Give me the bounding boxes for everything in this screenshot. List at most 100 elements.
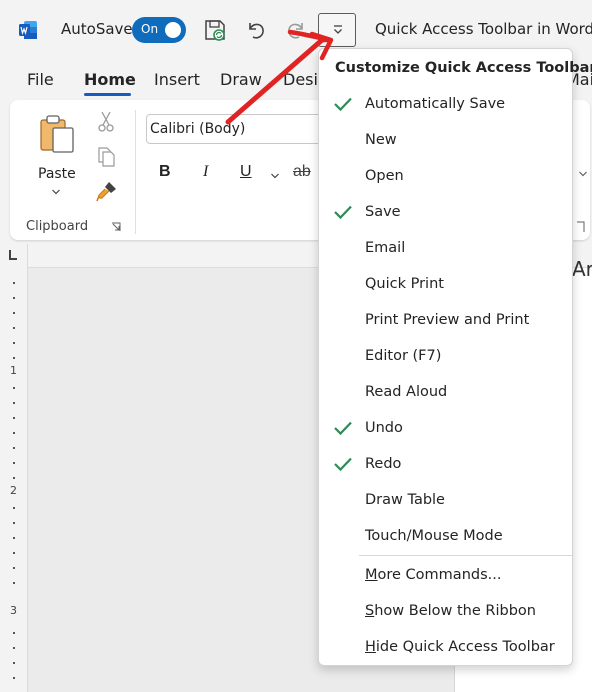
menu-item-show-below-ribbon[interactable]: Show Below the Ribbon bbox=[319, 594, 572, 630]
menu-item-label: Show Below the Ribbon bbox=[365, 603, 536, 619]
checkmark-icon bbox=[334, 457, 352, 472]
document-title: Quick Access Toolbar in Word.docx bbox=[375, 20, 592, 38]
ruler-tick bbox=[13, 387, 15, 389]
copy-icon[interactable] bbox=[96, 145, 116, 167]
paste-label[interactable]: Paste bbox=[38, 166, 76, 182]
active-tab-indicator bbox=[84, 93, 131, 96]
menu-item-hide-qat[interactable]: Hide Quick Access Toolbar bbox=[319, 630, 572, 666]
tab-stop-icon[interactable] bbox=[8, 250, 17, 261]
menu-title: Customize Quick Access Toolbar bbox=[335, 60, 592, 76]
menu-item-label: Touch/Mouse Mode bbox=[365, 528, 503, 544]
redo-icon[interactable] bbox=[283, 17, 309, 43]
ruler-tick bbox=[13, 662, 15, 664]
menu-item-label: Editor (F7) bbox=[365, 348, 442, 364]
group-divider bbox=[135, 110, 136, 234]
menu-item-email[interactable]: Email bbox=[319, 231, 572, 267]
menu-item-automatically-save[interactable]: Automatically Save bbox=[319, 87, 572, 123]
ruler-number: 2 bbox=[10, 484, 17, 497]
menu-item-label: Hide Quick Access Toolbar bbox=[365, 639, 555, 655]
ruler-tick bbox=[13, 447, 15, 449]
ruler-number: 3 bbox=[10, 604, 17, 617]
ruler-tick bbox=[13, 567, 15, 569]
menu-item-draw-table[interactable]: Draw Table bbox=[319, 483, 572, 519]
page-text-fragment: Ar bbox=[572, 257, 592, 281]
menu-item-label: Undo bbox=[365, 420, 403, 436]
italic-button[interactable]: I bbox=[203, 163, 208, 181]
ruler-tick bbox=[13, 537, 15, 539]
menu-item-new[interactable]: New bbox=[319, 123, 572, 159]
ruler-tick bbox=[13, 477, 15, 479]
tab-file[interactable]: File bbox=[27, 70, 54, 89]
menu-separator bbox=[359, 555, 572, 556]
ruler-tick bbox=[13, 647, 15, 649]
menu-item-read-aloud[interactable]: Read Aloud bbox=[319, 375, 572, 411]
ruler-number: 1 bbox=[10, 364, 17, 377]
save-icon[interactable] bbox=[202, 17, 228, 43]
font-name-box[interactable]: Calibri (Body) bbox=[146, 114, 326, 144]
tab-design[interactable]: Design bbox=[283, 70, 318, 89]
menu-item-label: Print Preview and Print bbox=[365, 312, 530, 328]
checkmark-icon bbox=[334, 421, 352, 436]
checkmark-icon bbox=[334, 205, 352, 220]
toggle-state-label: On bbox=[141, 22, 159, 36]
menu-item-editor[interactable]: Editor (F7) bbox=[319, 339, 572, 375]
tab-draw[interactable]: Draw bbox=[220, 70, 262, 89]
ruler-tick bbox=[13, 357, 15, 359]
tab-insert[interactable]: Insert bbox=[154, 70, 200, 89]
menu-item-label: Automatically Save bbox=[365, 96, 506, 112]
ruler-tick bbox=[13, 432, 15, 434]
underline-button[interactable]: U bbox=[240, 163, 252, 181]
ruler-tick bbox=[13, 582, 15, 584]
ruler-tick bbox=[13, 297, 15, 299]
ruler-tick bbox=[13, 507, 15, 509]
dialog-launcher-icon[interactable] bbox=[576, 220, 586, 234]
vertical-ruler[interactable]: 1 2 3 bbox=[0, 244, 28, 692]
ruler-tick bbox=[13, 342, 15, 344]
menu-item-print-preview[interactable]: Print Preview and Print bbox=[319, 303, 572, 339]
menu-item-open[interactable]: Open bbox=[319, 159, 572, 195]
ruler-tick bbox=[13, 677, 15, 679]
ruler-tick bbox=[13, 327, 15, 329]
chevron-down-icon bbox=[334, 25, 342, 34]
font-name-value: Calibri (Body) bbox=[150, 121, 246, 137]
format-painter-icon[interactable] bbox=[96, 180, 118, 202]
scissors-icon[interactable] bbox=[96, 110, 116, 132]
menu-item-label: Quick Print bbox=[365, 276, 444, 292]
menu-item-more-commands[interactable]: More Commands... bbox=[319, 558, 572, 594]
clipboard-paste-icon[interactable] bbox=[36, 112, 80, 156]
menu-item-save[interactable]: Save bbox=[319, 195, 572, 231]
ruler-tick bbox=[13, 282, 15, 284]
clipboard-group-label: Clipboard bbox=[26, 219, 89, 234]
strikethrough-button[interactable]: ab bbox=[293, 163, 311, 181]
menu-item-label: Email bbox=[365, 240, 406, 256]
toggle-knob bbox=[165, 22, 181, 38]
ruler-tick bbox=[13, 312, 15, 314]
ruler-tick bbox=[13, 417, 15, 419]
menu-item-undo[interactable]: Undo bbox=[319, 411, 572, 447]
chevron-down-icon[interactable] bbox=[51, 188, 61, 196]
menu-item-label: New bbox=[365, 132, 397, 148]
ruler-tick bbox=[13, 462, 15, 464]
dialog-launcher-icon[interactable] bbox=[111, 222, 121, 232]
chevron-down-icon[interactable] bbox=[578, 170, 588, 178]
bold-button[interactable]: B bbox=[159, 163, 171, 181]
tab-home[interactable]: Home bbox=[84, 70, 136, 89]
ruler-tick bbox=[13, 552, 15, 554]
menu-item-quick-print[interactable]: Quick Print bbox=[319, 267, 572, 303]
customize-qat-button[interactable] bbox=[318, 13, 356, 47]
ruler-tick bbox=[13, 402, 15, 404]
menu-item-touch-mouse-mode[interactable]: Touch/Mouse Mode bbox=[319, 519, 572, 555]
undo-icon[interactable] bbox=[243, 17, 269, 43]
menu-item-label: Open bbox=[365, 168, 404, 184]
checkmark-icon bbox=[334, 97, 352, 112]
word-logo-icon[interactable] bbox=[18, 20, 38, 40]
menu-item-label: Draw Table bbox=[365, 492, 445, 508]
menu-item-label: More Commands... bbox=[365, 567, 502, 583]
chevron-down-icon[interactable] bbox=[270, 172, 280, 180]
ruler-tick bbox=[13, 632, 15, 634]
menu-item-redo[interactable]: Redo bbox=[319, 447, 572, 483]
menu-item-label: Read Aloud bbox=[365, 384, 448, 400]
menu-item-label: Save bbox=[365, 204, 401, 220]
autosave-toggle[interactable]: On bbox=[132, 17, 186, 43]
ruler-tick bbox=[13, 522, 15, 524]
